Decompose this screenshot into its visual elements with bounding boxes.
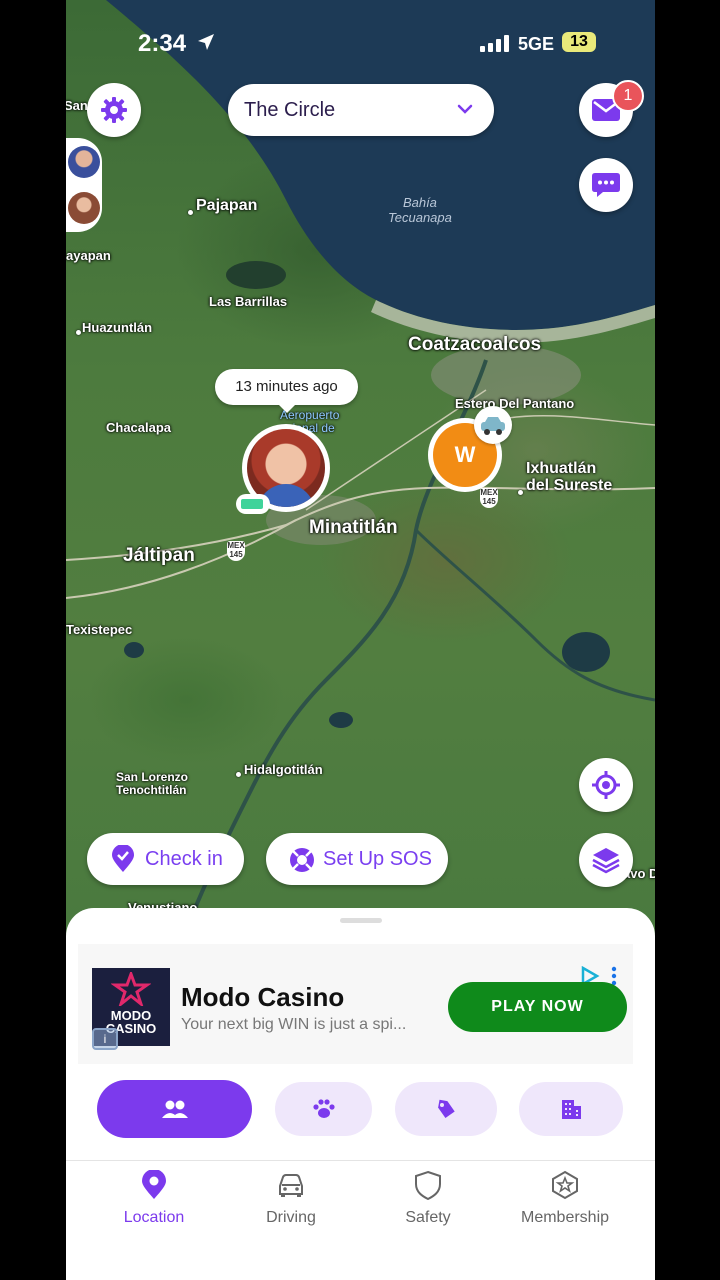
map-label-texistepec: Texistepec — [66, 622, 133, 637]
tab-location[interactable]: Location — [89, 1169, 219, 1227]
network-type: 5GE — [518, 34, 555, 54]
highway-shield: MEX 145 — [480, 488, 498, 508]
map-label-estero: Estero Del Pantano — [455, 396, 575, 411]
status-bar: 2:34 5GE 13 — [66, 22, 655, 66]
status-time: 2:34 — [138, 30, 187, 57]
ad-cta-button[interactable]: PLAY NOW — [448, 982, 627, 1032]
battery-status-icon — [236, 494, 270, 514]
tab-driving-label: Driving — [266, 1209, 316, 1226]
chat-icon — [592, 173, 620, 197]
lifebuoy-icon — [290, 848, 314, 872]
ad-subtitle[interactable]: Your next big WIN is just a spi... — [181, 1016, 406, 1034]
circle-name: The Circle — [244, 99, 336, 121]
tag-icon — [438, 1099, 455, 1119]
map-label-ayapan: ayapan — [66, 248, 111, 263]
app-screen: San Pajapan Bahía Tecuanapa ayapan Las B… — [66, 0, 655, 1280]
location-check-icon — [112, 845, 134, 872]
layers-icon — [592, 848, 620, 874]
shield-icon — [415, 1170, 441, 1201]
crosshair-icon — [592, 771, 620, 799]
setup-sos-button[interactable]: Set Up SOS — [266, 833, 448, 885]
avatar[interactable] — [68, 146, 100, 178]
map-label-chacalapa: Chacalapa — [106, 420, 172, 435]
segment-items[interactable] — [395, 1082, 497, 1136]
car-icon — [474, 406, 512, 444]
recenter-button[interactable] — [579, 758, 633, 812]
check-in-label: Check in — [145, 848, 223, 870]
map-dot — [188, 210, 193, 215]
highway-shield: MEX 145 — [227, 541, 245, 561]
map-dot — [76, 330, 81, 335]
map-label-huazuntlan: Huazuntlán — [82, 320, 153, 335]
map-label-hidalgotitlan: Hidalgotitlán — [244, 762, 323, 777]
tab-driving[interactable]: Driving — [226, 1170, 356, 1227]
car-icon — [279, 1174, 303, 1197]
avatar[interactable] — [68, 192, 100, 224]
tab-membership[interactable]: Membership — [500, 1170, 630, 1227]
tab-bar-divider — [66, 1160, 655, 1161]
map-label-san: San — [66, 98, 88, 113]
bottom-sheet[interactable]: MODO CASINO i Modo Casino Your next big … — [66, 908, 655, 1280]
signal-icon — [480, 34, 509, 52]
chat-button[interactable] — [579, 158, 633, 212]
circle-switcher[interactable]: The Circle — [228, 84, 494, 136]
location-arrow-icon — [196, 32, 216, 57]
map-label-pajapan: Pajapan — [196, 197, 258, 214]
sos-label: Set Up SOS — [323, 848, 432, 870]
map-label-coatzacoalcos: Coatzacoalcos — [408, 334, 542, 355]
gear-icon — [101, 97, 127, 123]
map-view[interactable]: San Pajapan Bahía Tecuanapa ayapan Las B… — [66, 0, 655, 930]
check-in-button[interactable]: Check in — [87, 833, 244, 885]
map-label-bahia: Bahía Tecuanapa — [388, 195, 452, 225]
chevron-down-icon — [456, 100, 474, 123]
tab-location-label: Location — [123, 1209, 185, 1226]
last-seen-bubble: 13 minutes ago — [215, 369, 358, 413]
location-pin-icon — [142, 1169, 166, 1199]
sheet-handle[interactable] — [340, 918, 382, 923]
map-label-san-lorenzo: San Lorenzo Tenochtitlán — [116, 770, 189, 797]
segment-people[interactable] — [97, 1080, 252, 1138]
ad-title[interactable]: Modo Casino — [181, 982, 344, 1013]
tab-safety-label: Safety — [405, 1209, 451, 1226]
tab-safety[interactable]: Safety — [363, 1170, 493, 1227]
map-label-ixhuatlan: Ixhuatlán del Sureste — [526, 460, 613, 494]
ad-info-icon[interactable]: i — [92, 1028, 118, 1050]
membership-star-icon — [552, 1170, 578, 1200]
member-avatar-rail[interactable] — [66, 138, 102, 232]
segment-places[interactable] — [519, 1082, 623, 1136]
map-label-las-barrillas: Las Barrillas — [209, 294, 288, 309]
battery-indicator: 13 — [562, 32, 596, 52]
segment-pets[interactable] — [275, 1082, 372, 1136]
map-label-jaltipan: Jáltipan — [123, 545, 195, 566]
message-badge: 1 — [612, 80, 644, 112]
map-layers-button[interactable] — [579, 833, 633, 887]
settings-button[interactable] — [87, 83, 141, 137]
tab-membership-label: Membership — [520, 1209, 610, 1226]
building-icon — [562, 1100, 581, 1119]
people-icon — [161, 1100, 188, 1118]
map-dot — [518, 490, 523, 495]
map-dot — [236, 772, 241, 777]
paw-icon — [312, 1099, 335, 1118]
ad-banner[interactable]: MODO CASINO i Modo Casino Your next big … — [78, 944, 633, 1064]
map-label-minatitlan: Minatitlán — [309, 517, 398, 538]
